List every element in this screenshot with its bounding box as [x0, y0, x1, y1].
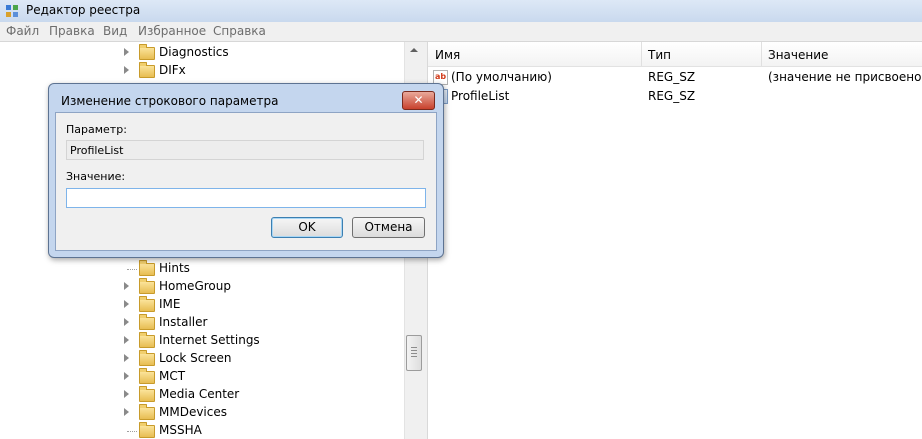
- value-name: ProfileList: [451, 89, 510, 103]
- column-value-header[interactable]: Значение: [768, 48, 828, 62]
- tree-item-label: Internet Settings: [159, 333, 260, 347]
- column-type-header[interactable]: Тип: [648, 48, 671, 62]
- window-title: Редактор реестра: [26, 3, 141, 17]
- grip-line: [411, 356, 417, 357]
- expand-arrow-icon[interactable]: [124, 300, 129, 308]
- expand-arrow-icon[interactable]: [124, 408, 129, 416]
- column-name-header[interactable]: Имя: [435, 48, 460, 62]
- menu-bar: Файл Правка Вид Избранное Справка: [0, 22, 922, 42]
- title-bar: Редактор реестра: [0, 0, 922, 22]
- value-row[interactable]: ProfileList REG_SZ: [428, 87, 922, 106]
- tree-item-label: MCT: [159, 369, 186, 383]
- folder-icon: [139, 296, 155, 312]
- tree-item-label: HomeGroup: [159, 279, 231, 293]
- value-type: REG_SZ: [648, 89, 696, 103]
- tree-item-ime[interactable]: IME: [0, 296, 406, 314]
- values-list[interactable]: Имя Тип Значение ab (По умолчанию) REG_S…: [428, 42, 922, 439]
- tree-item-label: IME: [159, 297, 181, 311]
- registry-editor-icon: [6, 5, 18, 17]
- tree-item-label: Diagnostics: [159, 45, 229, 59]
- folder-icon: [139, 278, 155, 294]
- ok-button[interactable]: OK: [271, 217, 343, 238]
- cancel-button[interactable]: Отмена: [352, 217, 425, 238]
- tree-connector: [127, 431, 137, 432]
- tree-item-internet-settings[interactable]: Internet Settings: [0, 332, 406, 350]
- folder-icon: [139, 350, 155, 366]
- value-data: (значение не присвоено): [768, 70, 922, 84]
- tree-item-mct[interactable]: MCT: [0, 368, 406, 386]
- tree-item-mmdevices[interactable]: MMDevices: [0, 404, 406, 422]
- expand-arrow-icon[interactable]: [124, 372, 129, 380]
- folder-icon: [139, 386, 155, 402]
- close-button[interactable]: ✕: [402, 91, 435, 110]
- value-data-input[interactable]: [66, 188, 426, 208]
- tree-item-homegroup[interactable]: HomeGroup: [0, 278, 406, 296]
- menu-view[interactable]: Вид: [103, 24, 127, 38]
- folder-icon: [139, 332, 155, 348]
- value-label: Значение:: [66, 170, 126, 183]
- grip-line: [411, 353, 417, 354]
- column-separator[interactable]: [761, 42, 762, 66]
- menu-edit[interactable]: Правка: [49, 24, 95, 38]
- tree-item-mssha[interactable]: MSSHA: [0, 422, 406, 439]
- folder-icon: [139, 314, 155, 330]
- grip-line: [411, 347, 417, 348]
- expand-arrow-icon[interactable]: [124, 318, 129, 326]
- folder-icon: [139, 368, 155, 384]
- tree-item-label: Media Center: [159, 387, 240, 401]
- tree-item-label: Hints: [159, 261, 190, 275]
- scroll-up-arrow-icon[interactable]: [405, 42, 422, 59]
- tree-connector: [127, 269, 137, 270]
- list-header: Имя Тип Значение: [428, 42, 922, 67]
- tree-item-label: Lock Screen: [159, 351, 232, 365]
- edit-string-dialog: Изменение строкового параметра ✕ Парамет…: [48, 83, 444, 258]
- menu-favorites[interactable]: Избранное: [138, 24, 206, 38]
- dialog-body: Параметр: ProfileList Значение: OK Отмен…: [55, 112, 437, 251]
- expand-arrow-icon[interactable]: [124, 354, 129, 362]
- tree-item-media-center[interactable]: Media Center: [0, 386, 406, 404]
- value-row[interactable]: ab (По умолчанию) REG_SZ (значение не пр…: [428, 68, 922, 87]
- tree-item-installer[interactable]: Installer: [0, 314, 406, 332]
- param-name-field: ProfileList: [66, 140, 424, 160]
- tree-item-label: MSSHA: [159, 423, 202, 437]
- menu-file[interactable]: Файл: [6, 24, 39, 38]
- folder-icon: [139, 260, 155, 276]
- expand-arrow-icon[interactable]: [124, 336, 129, 344]
- expand-arrow-icon[interactable]: [124, 66, 129, 74]
- folder-icon: [139, 62, 155, 78]
- column-separator[interactable]: [641, 42, 642, 66]
- folder-icon: [139, 422, 155, 438]
- expand-arrow-icon[interactable]: [124, 390, 129, 398]
- dialog-title: Изменение строкового параметра: [61, 94, 279, 108]
- grip-line: [411, 350, 417, 351]
- close-icon: ✕: [413, 93, 424, 107]
- menu-help[interactable]: Справка: [213, 24, 266, 38]
- tree-item-difx[interactable]: DIFx: [0, 62, 406, 80]
- value-type: REG_SZ: [648, 70, 696, 84]
- scroll-thumb[interactable]: [406, 335, 422, 371]
- tree-item-diagnostics[interactable]: Diagnostics: [0, 44, 406, 62]
- tree-item-label: MMDevices: [159, 405, 227, 419]
- folder-icon: [139, 44, 155, 60]
- tree-item-label: Installer: [159, 315, 208, 329]
- tree-item-hints[interactable]: Hints: [0, 260, 406, 278]
- expand-arrow-icon[interactable]: [124, 282, 129, 290]
- param-label: Параметр:: [66, 123, 127, 136]
- value-name: (По умолчанию): [451, 70, 552, 84]
- folder-icon: [139, 404, 155, 420]
- tree-item-label: DIFx: [159, 63, 186, 77]
- expand-arrow-icon[interactable]: [124, 48, 129, 56]
- tree-item-lock-screen[interactable]: Lock Screen: [0, 350, 406, 368]
